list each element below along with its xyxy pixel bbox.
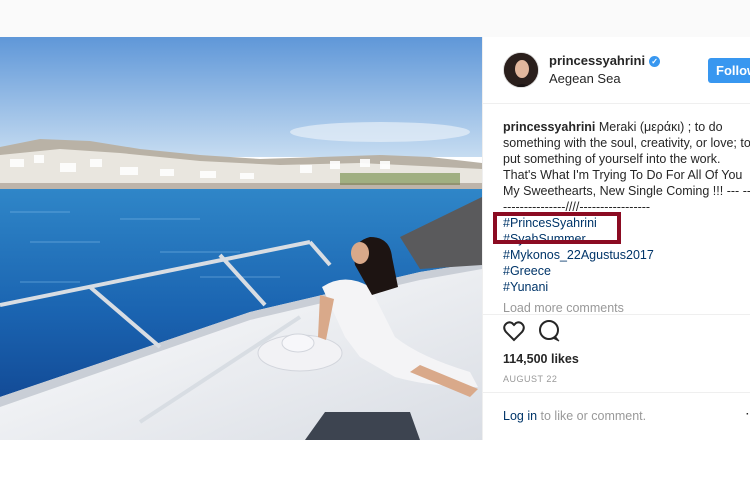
hashtag-link[interactable]: #Yunani [503,279,750,295]
highlight-box [493,212,621,244]
action-bar [503,319,563,347]
more-options-icon[interactable]: ⋯ [745,405,750,422]
heart-icon[interactable] [503,321,525,342]
top-bar [0,0,750,38]
likes-count[interactable]: 114,500 likes [503,352,579,366]
divider [483,392,750,393]
comment-prompt-text: to like or comment. [537,409,647,423]
follow-button[interactable]: Follow [708,58,750,83]
hashtag-link[interactable]: #Greece [503,263,750,279]
post-sidebar: princessyahrini ✓ Aegean Sea Follow princ… [482,37,750,440]
divider [483,314,750,315]
login-link[interactable]: Log in [503,409,537,423]
comment-bubble-icon[interactable] [539,320,560,342]
post-header: princessyahrini ✓ Aegean Sea Follow [483,37,750,104]
location-label[interactable]: Aegean Sea [549,71,621,86]
caption-line: My Sweethearts, New Single Coming !!! --… [503,184,740,198]
avatar[interactable] [503,52,539,88]
caption-username[interactable]: princessyahrini [503,120,595,134]
load-more-comments[interactable]: Load more comments [503,301,624,313]
caption-line: That's What I'm Trying To Do For All Of … [503,168,743,182]
username-header[interactable]: princessyahrini ✓ [549,53,661,68]
verified-badge-icon: ✓ [649,56,661,67]
post-photo[interactable] [0,37,482,440]
caption-line: Meraki (μεράκι) ; to do [598,120,723,134]
comment-prompt: Log in to like or comment. [503,409,646,423]
caption-line: something with the soul, creativity, or … [503,136,737,150]
caption: princessyahrini Meraki (μεράκι) ; to do … [503,119,750,295]
post-date[interactable]: AUGUST 22 [503,374,557,384]
hashtag-link[interactable]: #Mykonos_22Agustus2017 [503,247,750,263]
username-label[interactable]: princessyahrini [549,53,645,68]
